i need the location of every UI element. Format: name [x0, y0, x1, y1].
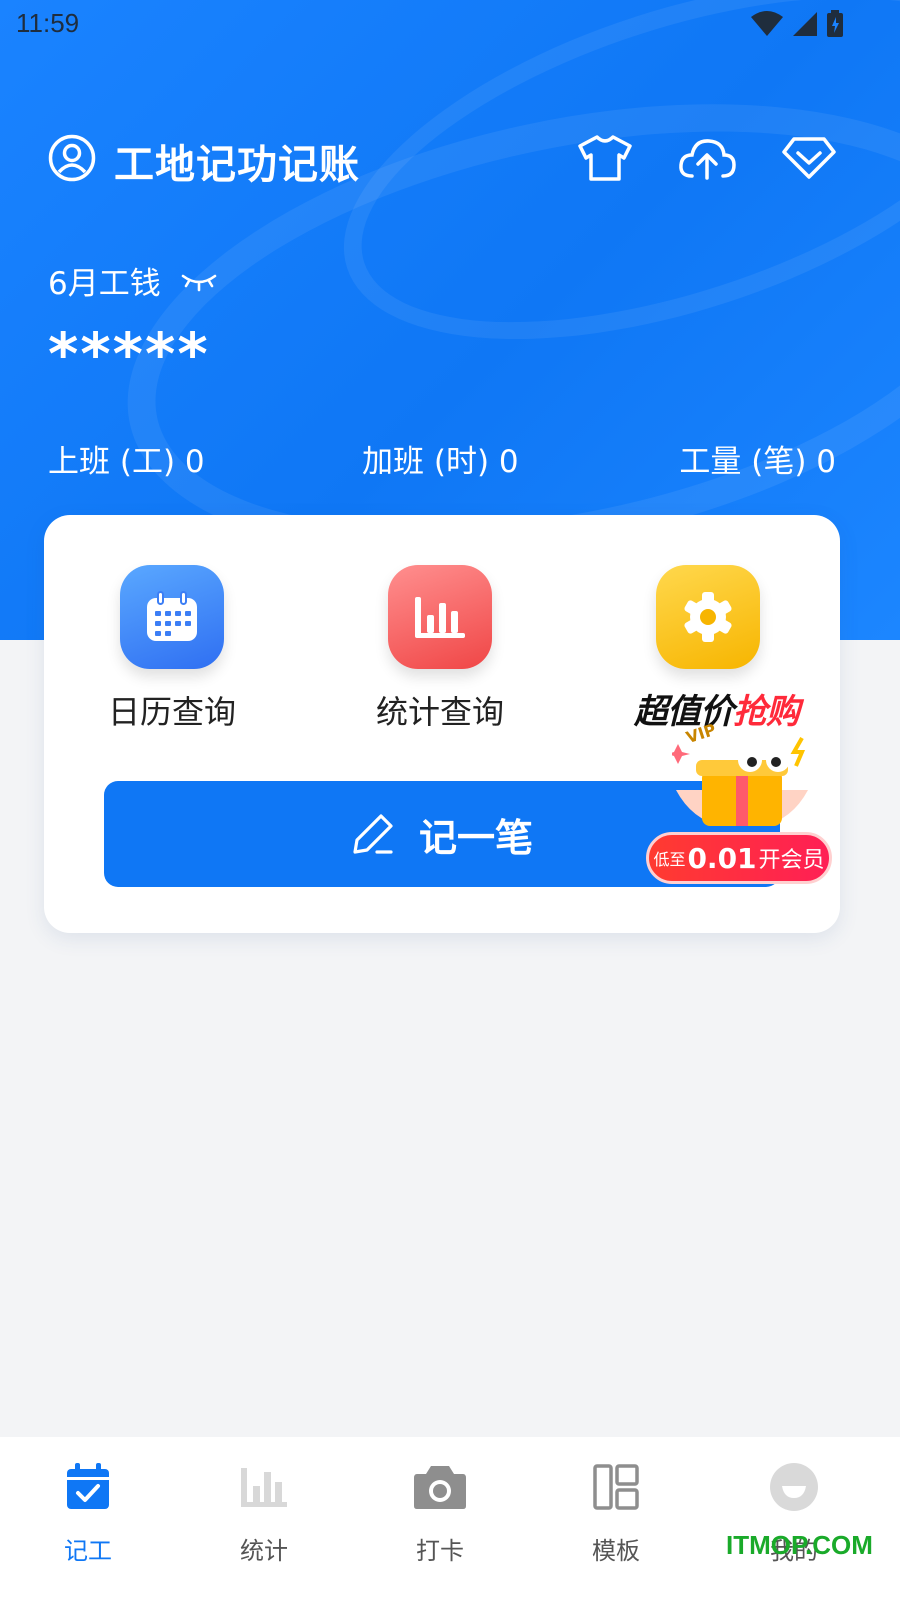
stat-workload: 工量 (笔) 0: [679, 444, 836, 480]
user-profile-icon[interactable]: [48, 134, 96, 182]
tab-check-in[interactable]: 打卡: [380, 1459, 500, 1566]
stats-query-label: 统计查询: [375, 693, 504, 731]
tab-label: 打卡: [416, 1537, 464, 1565]
promo-price-prefix: 低至: [653, 850, 686, 869]
layout-template-icon: [593, 1464, 639, 1510]
stat-workdays: 上班 (工) 0: [48, 444, 205, 480]
vip-button[interactable]: [780, 130, 838, 186]
gear-icon: [684, 592, 732, 642]
system-icons: [750, 10, 844, 38]
watermark: ITMOP.COM: [726, 1530, 873, 1560]
calendar-query-button[interactable]: 日历查询: [72, 565, 272, 733]
promo-title: 超值价抢购: [634, 684, 800, 733]
gear-icon-tile: [656, 565, 760, 669]
signal-icon: [793, 12, 817, 36]
tab-statistics[interactable]: 统计: [204, 1459, 324, 1566]
bar-chart-icon-tile: [388, 565, 492, 669]
vip-promo-banner[interactable]: 超值价抢购 VIP 低至 0.01 开会员: [632, 684, 846, 890]
record-entry-label: 记一笔: [418, 815, 533, 860]
promo-title-main: 超值价: [634, 692, 734, 732]
eye-closed-icon[interactable]: [180, 270, 218, 292]
status-bar: 11:59: [0, 0, 900, 50]
theme-button[interactable]: [576, 130, 634, 186]
wage-label: 6月工钱: [48, 266, 161, 302]
app-bar: 工地记功记账: [48, 130, 854, 188]
calendar-query-label: 日历查询: [107, 693, 236, 731]
promo-price: 0.01: [687, 841, 757, 875]
cloud-backup-button[interactable]: [678, 130, 736, 186]
camera-icon: [414, 1466, 466, 1509]
bottom-tab-bar: 记工 统计 打卡 模板 我的: [0, 1437, 900, 1600]
pencil-icon: [353, 814, 393, 854]
wifi-icon: [751, 11, 783, 36]
work-stats: 上班 (工) 0 加班 (时) 0 工量 (笔) 0: [48, 436, 836, 480]
tshirt-icon: [578, 135, 632, 181]
status-time: 11:59: [16, 8, 80, 38]
cloud-upload-icon: [679, 139, 736, 180]
calendar-check-icon: [67, 1463, 109, 1509]
tab-template[interactable]: 模板: [556, 1459, 676, 1566]
diamond-icon: [782, 137, 836, 179]
battery-icon: [827, 10, 843, 37]
tab-label: 记工: [64, 1537, 112, 1565]
calendar-icon: [147, 591, 197, 641]
calendar-icon-tile: [120, 565, 224, 669]
profile-face-icon: [770, 1463, 818, 1511]
promo-title-highlight: 抢购: [733, 692, 800, 732]
tab-label: 统计: [240, 1537, 288, 1565]
bar-chart-icon: [415, 597, 465, 638]
tab-record-work[interactable]: 记工: [28, 1459, 148, 1566]
stat-overtime: 加班 (时) 0: [362, 444, 519, 480]
tab-label: 模板: [592, 1537, 640, 1565]
promo-join-button[interactable]: 低至 0.01 开会员: [646, 832, 832, 884]
bar-chart-icon: [241, 1468, 287, 1507]
promo-price-suffix: 开会员: [758, 848, 825, 873]
settings-button[interactable]: [608, 565, 808, 687]
stats-query-button[interactable]: 统计查询: [340, 565, 540, 733]
app-title: 工地记功记账: [114, 142, 360, 188]
wage-value: *****: [48, 320, 210, 388]
